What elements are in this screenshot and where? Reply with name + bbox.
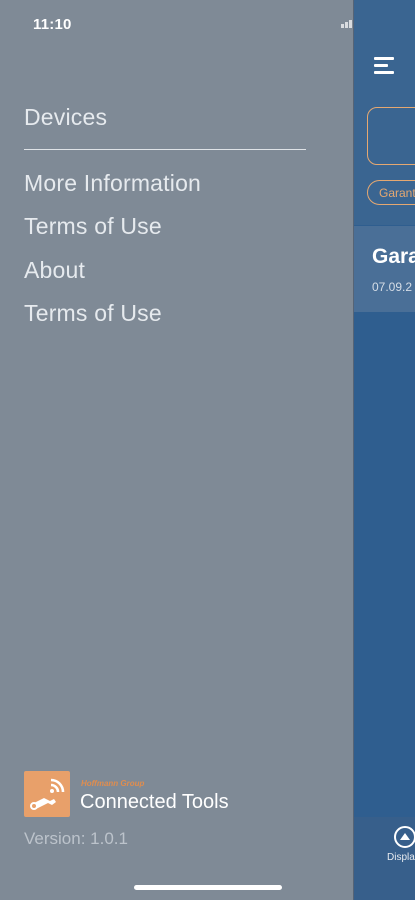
menu-item-terms-of-use[interactable]: Terms of Use: [24, 213, 162, 240]
brand-name: Connected Tools: [80, 791, 229, 813]
menu-divider: [24, 149, 306, 150]
device-card-date: 07.09.2: [372, 280, 413, 294]
menu-item-more-information[interactable]: More Information: [24, 170, 201, 197]
tab-display-label[interactable]: Displa: [387, 852, 415, 863]
filter-chip[interactable]: Garant: [367, 180, 415, 205]
home-indicator: [134, 885, 282, 890]
menu-item-terms-of-use-2[interactable]: Terms of Use: [24, 300, 162, 327]
device-card-title: Gara: [372, 245, 415, 268]
hamburger-icon[interactable]: [374, 57, 396, 75]
display-tab-icon[interactable]: [393, 825, 415, 849]
device-card[interactable]: [354, 226, 415, 312]
app-logo-icon: [24, 771, 70, 817]
version-label: Version: 1.0.1: [24, 829, 128, 848]
background-screen[interactable]: Garant Gara 07.09.2 Displa: [353, 0, 415, 900]
menu-item-about[interactable]: About: [24, 257, 85, 284]
menu-item-devices[interactable]: Devices: [24, 104, 107, 131]
peek-card-box[interactable]: [367, 107, 415, 165]
brand-small-label: Hoffmann Group: [81, 779, 145, 788]
side-drawer: Devices More Information Terms of Use Ab…: [0, 0, 353, 900]
